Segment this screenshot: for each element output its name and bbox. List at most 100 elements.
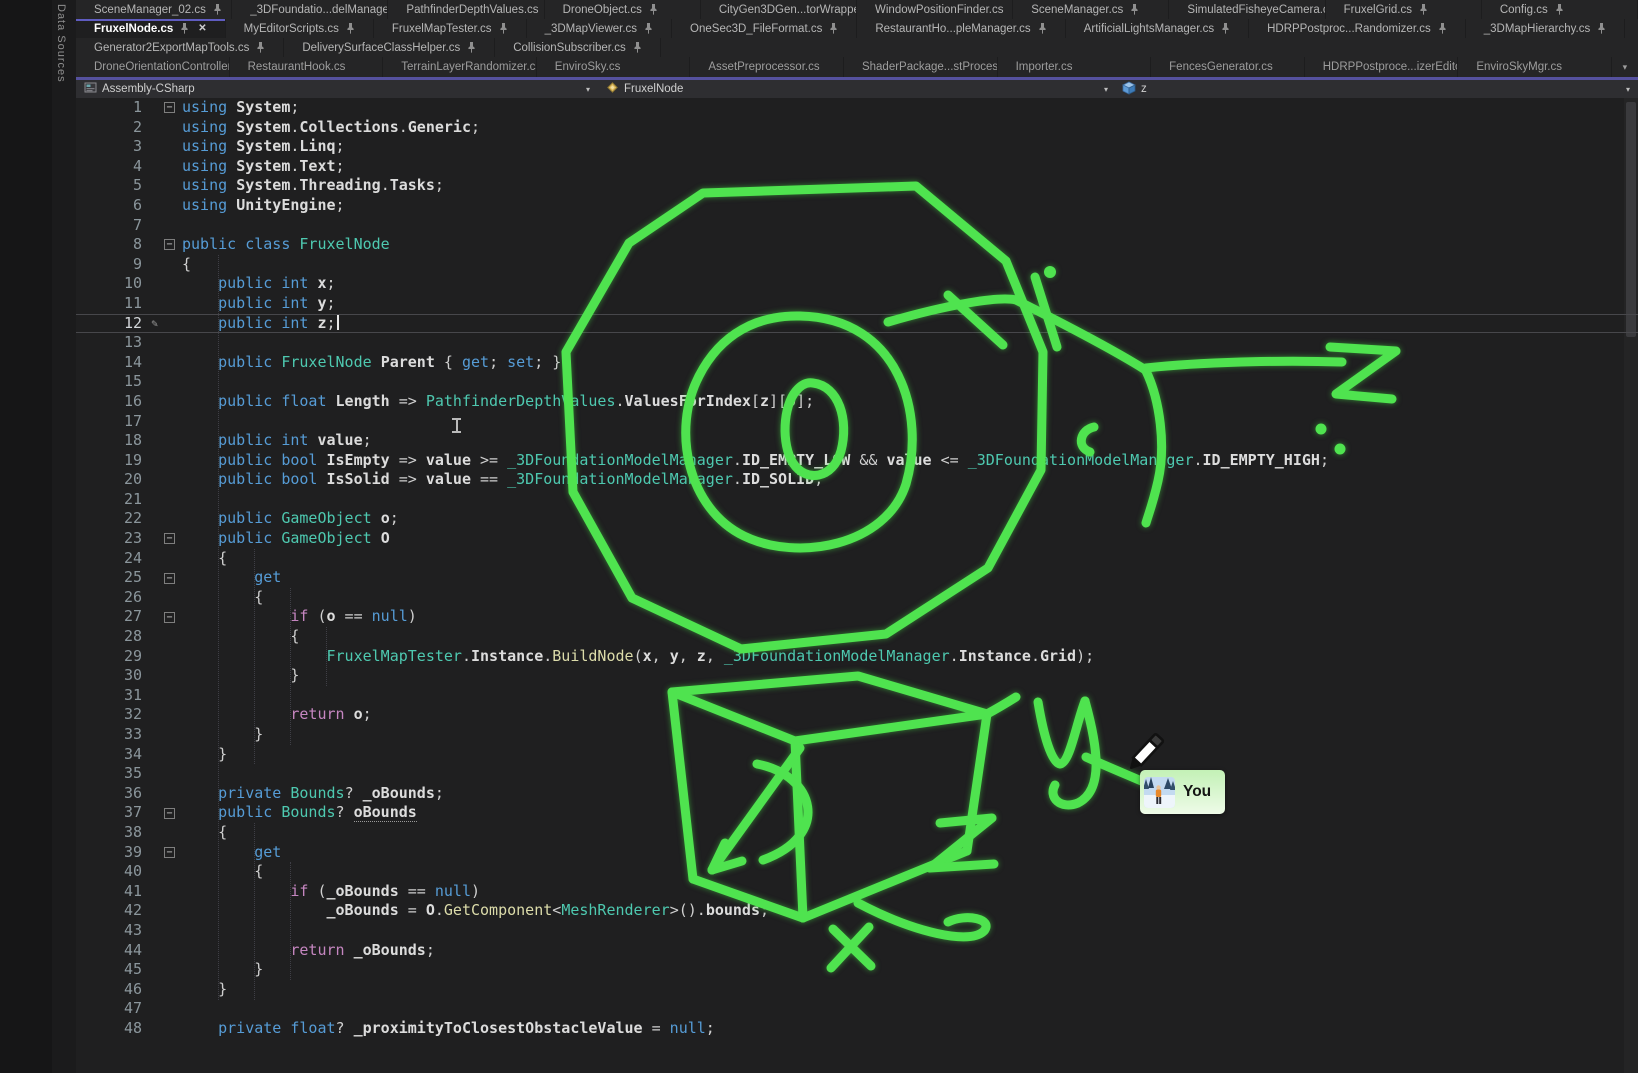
breadcrumb-type[interactable]: FruxelNode [606, 80, 683, 98]
pin-icon[interactable] [1438, 23, 1447, 34]
code-editor[interactable]: 1−using System;2using System.Collections… [76, 98, 1638, 1073]
code-line[interactable]: 29 FruxelMapTester.Instance.BuildNode(x,… [76, 647, 1638, 667]
code-line[interactable]: 7 [76, 216, 1638, 236]
tab-collisionsubscriber-cs[interactable]: CollisionSubscriber.cs [495, 38, 661, 57]
breadcrumb-project[interactable]: Assembly-CSharp [84, 80, 195, 98]
code-line[interactable]: 16 public float Length => PathfinderDept… [76, 392, 1638, 412]
code-line[interactable]: 34 } [76, 745, 1638, 765]
tab-fruxelnode-cs[interactable]: FruxelNode.cs✕ [76, 19, 226, 38]
pin-icon[interactable] [213, 4, 222, 15]
tab-envirosky-cs[interactable]: EnviroSky.cs [537, 57, 691, 77]
pin-icon[interactable] [1221, 23, 1230, 34]
fold-marker[interactable]: − [164, 612, 175, 623]
tab-importer-cs[interactable]: Importer.cs [998, 57, 1152, 77]
breadcrumb-member-dropdown[interactable]: ▾ [1104, 80, 1108, 98]
code-line[interactable]: 1−using System; [76, 98, 1638, 118]
code-line[interactable]: 15 [76, 372, 1638, 392]
tab-overflow-chevron-icon[interactable]: ▾ [1612, 57, 1638, 77]
code-line[interactable]: 33 } [76, 725, 1638, 745]
code-line[interactable]: 3using System.Linq; [76, 137, 1638, 157]
tab--3dmaphierarchy-cs[interactable]: _3DMapHierarchy.cs [1466, 19, 1626, 38]
pin-icon[interactable] [1130, 4, 1139, 15]
code-line[interactable]: 17 [76, 412, 1638, 432]
code-line[interactable]: 9{ [76, 255, 1638, 275]
pin-icon[interactable] [1419, 4, 1428, 15]
code-line[interactable]: 37− public Bounds? oBounds [76, 803, 1638, 823]
fold-marker[interactable]: − [164, 847, 175, 858]
tab-deliverysurfaceclasshelper-cs[interactable]: DeliverySurfaceClassHelper.cs [284, 38, 495, 57]
code-line[interactable]: 38 { [76, 823, 1638, 843]
tab-restauranthook-cs[interactable]: RestaurantHook.cs [230, 57, 384, 77]
code-line[interactable]: 32 return o; [76, 705, 1638, 725]
pin-icon[interactable] [1555, 4, 1564, 15]
code-line[interactable]: 39− get [76, 843, 1638, 863]
tab-artificiallightsmanager-cs[interactable]: ArtificialLightsManager.cs [1066, 19, 1249, 38]
tab-droneorientationcontroller-cs[interactable]: DroneOrientationController.cs [76, 57, 230, 77]
code-line[interactable]: 46 } [76, 980, 1638, 1000]
code-line[interactable]: 30 } [76, 666, 1638, 686]
tab-assetpreprocessor-cs[interactable]: AssetPreprocessor.cs [690, 57, 844, 77]
tool-tab-data-sources[interactable]: Data Sources [55, 4, 67, 83]
code-line[interactable]: 8−public class FruxelNode [76, 235, 1638, 255]
tab-generator2exportmaptools-cs[interactable]: Generator2ExportMapTools.cs [76, 38, 284, 57]
tab-hdrppostproce-izereditor-cs[interactable]: HDRPPostproce...izerEditor.cs [1305, 57, 1459, 77]
tab-simulatedfisheyecamera-cs[interactable]: SimulatedFisheyeCamera.cs [1169, 0, 1325, 19]
code-line[interactable]: 10 public int x; [76, 274, 1638, 294]
close-icon[interactable]: ✕ [198, 23, 206, 34]
tab-fruxelmaptester-cs[interactable]: FruxelMapTester.cs [374, 19, 527, 38]
code-line[interactable]: 48 private float? _proximityToClosestObs… [76, 1019, 1638, 1039]
pin-icon[interactable] [644, 23, 653, 34]
tab-config-cs[interactable]: Config.cs [1482, 0, 1638, 19]
tab-scenemanager-02-cs[interactable]: SceneManager_02.cs [76, 0, 232, 19]
code-line[interactable]: 42 _oBounds = O.GetComponent<MeshRendere… [76, 901, 1638, 921]
breadcrumb-member[interactable]: z [1122, 80, 1147, 98]
code-line[interactable]: 31 [76, 686, 1638, 706]
fold-marker[interactable]: − [164, 239, 175, 250]
tab-terrainlayerrandomizer-cs[interactable]: TerrainLayerRandomizer.cs [383, 57, 537, 77]
tab-shaderpackage-stprocessor-cs[interactable]: ShaderPackage...stProcessor.cs [844, 57, 998, 77]
pin-icon[interactable] [467, 42, 476, 53]
code-line[interactable]: 35 [76, 764, 1638, 784]
code-line[interactable]: 4using System.Text; [76, 157, 1638, 177]
fold-marker[interactable]: − [164, 102, 175, 113]
pin-icon[interactable] [346, 23, 355, 34]
tab-citygen3dgen-torwrapper-cs[interactable]: CityGen3DGen...torWrapper.cs [701, 0, 857, 19]
code-line[interactable]: 25− get [76, 568, 1638, 588]
code-line[interactable]: 28 { [76, 627, 1638, 647]
tab-fencesgenerator-cs[interactable]: FencesGenerator.cs [1151, 57, 1305, 77]
code-line[interactable]: 45 } [76, 960, 1638, 980]
code-line[interactable]: 24 { [76, 549, 1638, 569]
code-line[interactable]: 43 [76, 921, 1638, 941]
code-line[interactable]: 2using System.Collections.Generic; [76, 118, 1638, 138]
code-line[interactable]: 27− if (o == null) [76, 607, 1638, 627]
code-line[interactable]: 12✎ public int z; [76, 314, 1638, 334]
code-line[interactable]: 40 { [76, 862, 1638, 882]
tab-myeditorscripts-cs[interactable]: MyEditorScripts.cs [226, 19, 374, 38]
tab-pathfinderdepthvalues-cs[interactable]: PathfinderDepthValues.cs [388, 0, 544, 19]
code-line[interactable]: 26 { [76, 588, 1638, 608]
pin-icon[interactable] [499, 23, 508, 34]
code-line[interactable]: 36 private Bounds? _oBounds; [76, 784, 1638, 804]
code-line[interactable]: 22 public GameObject o; [76, 509, 1638, 529]
pin-icon[interactable] [829, 23, 838, 34]
tab-restaurantho-plemanager-cs[interactable]: RestaurantHo...pleManager.cs [857, 19, 1065, 38]
tab-hdrppostproc-randomizer-cs[interactable]: HDRPPostproc...Randomizer.cs [1249, 19, 1466, 38]
pin-icon[interactable] [649, 4, 658, 15]
tab-enviroskymgr-cs[interactable]: EnviroSkyMgr.cs [1458, 57, 1612, 77]
fold-marker[interactable]: − [164, 573, 175, 584]
tab-droneobject-cs[interactable]: DroneObject.cs [545, 0, 701, 19]
code-line[interactable]: 19 public bool IsEmpty => value >= _3DFo… [76, 451, 1638, 471]
pin-icon[interactable] [1038, 23, 1047, 34]
code-line[interactable]: 5using System.Threading.Tasks; [76, 176, 1638, 196]
code-line[interactable]: 47 [76, 999, 1638, 1019]
tab-windowpositionfinder-cs[interactable]: WindowPositionFinder.cs [857, 0, 1013, 19]
code-line[interactable]: 11 public int y; [76, 294, 1638, 314]
tab-fruxelgrid-cs[interactable]: FruxelGrid.cs [1326, 0, 1482, 19]
fold-marker[interactable]: − [164, 533, 175, 544]
code-line[interactable]: 18 public int value; [76, 431, 1638, 451]
code-line[interactable]: 20 public bool IsSolid => value == _3DFo… [76, 470, 1638, 490]
breadcrumb-project-dropdown[interactable]: ▾ [586, 80, 590, 98]
fold-marker[interactable]: − [164, 808, 175, 819]
tab--3dfoundatio-delmanager-cs[interactable]: _3DFoundatio...delManager.cs [232, 0, 388, 19]
tab-scenemanager-cs[interactable]: SceneManager.cs [1013, 0, 1169, 19]
